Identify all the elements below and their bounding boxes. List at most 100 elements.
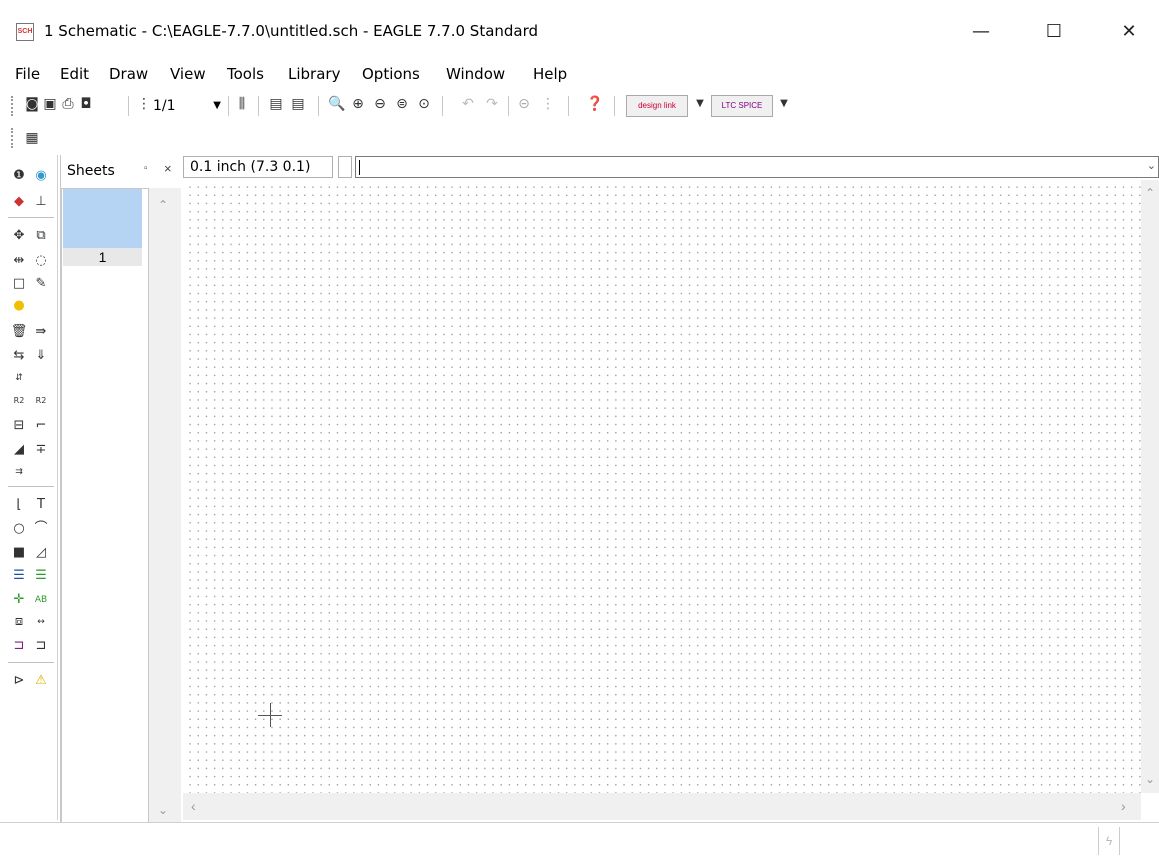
canvas-horizontal-scrollbar[interactable]: ‹ › (183, 793, 1141, 820)
menu-file[interactable]: File (15, 65, 40, 83)
show-icon[interactable]: ◉ (32, 167, 50, 185)
open-icon[interactable]: ◙ (24, 95, 40, 113)
erc-icon[interactable]: ⊳ (10, 672, 28, 690)
zoom-redraw-icon[interactable]: ⊜ (394, 95, 410, 113)
float-icon[interactable]: ▫ (144, 163, 148, 174)
attribute-icon[interactable]: ⧈ (10, 613, 28, 631)
chevron-down-icon[interactable]: ⌄ (1147, 159, 1156, 172)
info-icon[interactable]: ❶ (10, 167, 28, 185)
zoom-out-icon[interactable]: ⊖ (372, 95, 388, 113)
script-icon[interactable]: ▤ (268, 95, 284, 113)
chevron-up-icon[interactable]: ⌃ (158, 198, 168, 212)
port-icon[interactable]: ⊐ (32, 637, 50, 655)
menu-draw[interactable]: Draw (109, 65, 148, 83)
value-icon[interactable]: R2 (32, 392, 50, 410)
junction-icon[interactable]: ✛ (10, 591, 28, 609)
maximize-button[interactable]: ☐ (1031, 10, 1077, 54)
display-icon[interactable]: ◆ (10, 193, 28, 211)
crosshair-cursor (270, 703, 271, 727)
dimension-icon[interactable]: ↔ (32, 613, 50, 631)
menu-window[interactable]: Window (446, 65, 505, 83)
mark-icon[interactable]: ⊥ (32, 193, 50, 211)
cam-processor-icon[interactable]: ◘ (78, 95, 94, 113)
invoke-icon[interactable]: ⇉ (10, 463, 28, 481)
close-button[interactable]: ✕ (1106, 10, 1152, 54)
bus-icon[interactable]: ☰ (10, 567, 28, 585)
schematic-canvas[interactable] (183, 180, 1141, 793)
name-icon[interactable]: R2 (10, 392, 28, 410)
save-icon[interactable]: ▣ (42, 95, 58, 113)
go-icon[interactable]: ⋮ (540, 95, 556, 113)
smash-icon[interactable]: ⊟ (10, 417, 28, 435)
lightning-icon[interactable]: ϟ (1098, 827, 1120, 855)
redo-icon[interactable]: ↷ (484, 95, 500, 113)
sheet-thumbnail[interactable] (63, 189, 142, 248)
gateswap-icon[interactable]: ⇵ (10, 369, 28, 387)
grid-icon[interactable]: ▦ (24, 129, 40, 147)
toolbar-grip[interactable] (11, 96, 13, 116)
sheet-icon[interactable]: ⋮ (136, 95, 152, 113)
chevron-right-icon[interactable]: › (1121, 798, 1126, 814)
close-icon[interactable]: × (164, 161, 172, 176)
design-link-button[interactable]: design link (626, 95, 688, 117)
copy-icon[interactable]: ⧉ (32, 227, 50, 245)
stop-icon[interactable]: ⊝ (516, 95, 532, 113)
arc-icon[interactable]: ⌒ (32, 520, 50, 538)
sheets-scrollbar[interactable]: ⌃ ⌄ (149, 188, 181, 823)
help-icon[interactable]: ❓ (586, 95, 603, 113)
rect-icon[interactable]: ■ (10, 544, 28, 562)
chevron-up-icon[interactable]: ⌃ (1145, 186, 1155, 200)
sheet-select[interactable]: 1/1 ▼ (153, 96, 223, 116)
group-icon[interactable]: □ (10, 275, 28, 293)
ltc-spice-button[interactable]: LTC SPICE (711, 95, 773, 117)
toolbar-separator (258, 96, 259, 116)
chevron-down-icon[interactable]: ⌄ (158, 803, 168, 817)
rotate-icon[interactable]: ◌ (32, 252, 50, 270)
menu-tools[interactable]: Tools (227, 65, 264, 83)
zoom-in-icon[interactable]: ⊕ (350, 95, 366, 113)
chevron-down-icon[interactable]: ▼ (776, 95, 792, 113)
circle-icon[interactable]: ○ (10, 520, 28, 538)
errors-icon[interactable]: ⚠ (32, 672, 50, 690)
sheet-label[interactable]: 1 (63, 248, 142, 266)
optimize-icon[interactable]: ∓ (32, 441, 50, 459)
text-icon[interactable]: T (32, 496, 50, 514)
wire-icon[interactable]: ⌊ (10, 496, 28, 514)
menu-options[interactable]: Options (362, 65, 420, 83)
run-icon[interactable]: ▤ (290, 95, 306, 113)
zoom-select-icon[interactable]: ⊙ (416, 95, 432, 113)
split-icon[interactable]: ◢ (10, 441, 28, 459)
chevron-left-icon[interactable]: ‹ (191, 798, 196, 814)
mirror-icon[interactable]: ⇹ (10, 252, 28, 270)
menu-help[interactable]: Help (533, 65, 567, 83)
menu-edit[interactable]: Edit (60, 65, 89, 83)
chevron-down-icon[interactable]: ⌄ (1145, 772, 1155, 786)
command-input[interactable]: ⌄ (355, 156, 1159, 178)
app-icon: SCH (16, 23, 34, 41)
add-icon[interactable]: ⇛ (32, 323, 50, 341)
miter-icon[interactable]: ⌐ (32, 417, 50, 435)
delete-icon[interactable]: 🗑 (10, 323, 28, 341)
minimize-button[interactable]: — (958, 10, 1004, 54)
canvas-vertical-scrollbar[interactable]: ⌃ ⌄ (1141, 180, 1159, 793)
undo-icon[interactable]: ↶ (460, 95, 476, 113)
toolbar-grip[interactable] (11, 128, 13, 148)
ulp-icon[interactable]: ⫼ (234, 95, 250, 113)
change-icon[interactable]: ✎ (32, 275, 50, 293)
print-icon[interactable]: ⎙ (60, 95, 76, 113)
move-icon[interactable]: ✥ (10, 227, 28, 245)
module-icon[interactable]: ⊐ (10, 637, 28, 655)
command-toggle-button[interactable] (338, 156, 352, 178)
menu-view[interactable]: View (170, 65, 206, 83)
replace-icon[interactable]: ⇓ (32, 347, 50, 365)
label-icon[interactable]: AB (32, 591, 50, 609)
polygon-icon[interactable]: ◿ (32, 544, 50, 562)
menu-library[interactable]: Library (288, 65, 340, 83)
sheets-header: Sheets ▫ × (61, 155, 181, 185)
pinswap-icon[interactable]: ⇆ (10, 347, 28, 365)
chevron-down-icon[interactable]: ▼ (692, 95, 708, 113)
zoom-fit-icon[interactable]: 🔍 (328, 95, 345, 113)
net-icon[interactable]: ☰ (32, 567, 50, 585)
toolbar-separator (614, 96, 615, 116)
paste-icon[interactable]: ● (10, 297, 28, 315)
